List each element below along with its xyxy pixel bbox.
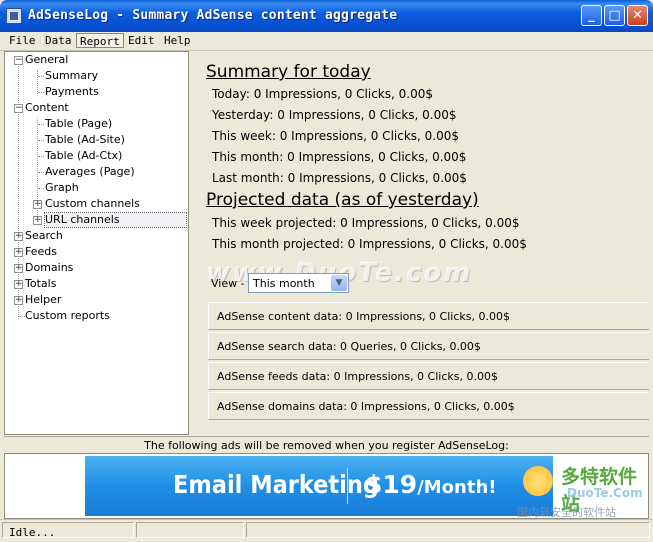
logo-icon: [523, 466, 553, 496]
minimize-button[interactable]: _: [581, 5, 602, 26]
tree-item-totals[interactable]: Totals: [25, 277, 56, 291]
tree-item-content[interactable]: Content: [25, 101, 69, 115]
stat-yesterday: Yesterday: 0 Impressions, 0 Clicks, 0.00…: [212, 108, 457, 122]
content-data-panel: AdSense content data: 0 Impressions, 0 C…: [208, 302, 649, 330]
menu-file[interactable]: File: [6, 33, 39, 48]
tree-item-helper[interactable]: Helper: [25, 293, 61, 307]
maximize-button[interactable]: □: [604, 5, 625, 26]
tree-item-search[interactable]: Search: [25, 229, 63, 243]
tree-item-table-ad-site[interactable]: Table (Ad-Site): [45, 133, 125, 147]
tree-item-table-page[interactable]: Table (Page): [45, 117, 112, 131]
stat-this-week: This week: 0 Impressions, 0 Clicks, 0.00…: [212, 129, 460, 143]
view-label: View -: [211, 277, 245, 290]
ad-banner-price: $19/Month!: [365, 470, 496, 499]
expand-totals-toggle[interactable]: +: [14, 280, 23, 289]
tree-item-averages-page[interactable]: Averages (Page): [45, 165, 135, 179]
menu-report[interactable]: Report: [76, 33, 124, 48]
tree-item-feeds[interactable]: Feeds: [25, 245, 57, 259]
stat-this-month: This month: 0 Impressions, 0 Clicks, 0.0…: [212, 150, 467, 164]
navigation-tree[interactable]: − General Summary Payments − Content Tab…: [4, 51, 189, 435]
tree-item-custom-channels[interactable]: Custom channels: [45, 197, 140, 211]
expand-custom-channels-toggle[interactable]: +: [33, 200, 42, 209]
menu-bar: File Data Report Edit Help: [0, 32, 653, 51]
collapse-general-toggle[interactable]: −: [14, 56, 23, 65]
expand-domains-toggle[interactable]: +: [14, 264, 23, 273]
tree-item-domains[interactable]: Domains: [25, 261, 73, 275]
expand-feeds-toggle[interactable]: +: [14, 248, 23, 257]
content-data-text: AdSense content data: 0 Impressions, 0 C…: [217, 310, 510, 323]
ads-notice: The following ads will be removed when y…: [4, 436, 649, 454]
search-data-text: AdSense search data: 0 Queries, 0 Clicks…: [217, 340, 481, 353]
search-data-panel: AdSense search data: 0 Queries, 0 Clicks…: [208, 332, 649, 360]
status-text: Idle...: [9, 526, 56, 539]
expand-search-toggle[interactable]: +: [14, 232, 23, 241]
ad-price-value: $19: [365, 470, 418, 499]
projected-title: Projected data (as of yesterday): [206, 190, 479, 210]
ad-banner[interactable]: Email Marketing $19/Month!: [85, 456, 553, 516]
tree-item-summary[interactable]: Summary: [45, 69, 98, 83]
chevron-down-icon[interactable]: ▼: [331, 275, 347, 291]
domains-data-text: AdSense domains data: 0 Impressions, 0 C…: [217, 400, 515, 413]
tree-item-payments[interactable]: Payments: [45, 85, 99, 99]
menu-data[interactable]: Data: [42, 33, 75, 48]
status-cell-2: [136, 522, 244, 538]
tree-item-general[interactable]: General: [25, 53, 68, 67]
logo-line3: 国内最安全的软件站: [517, 506, 616, 519]
report-content: Summary for today Today: 0 Impressions, …: [191, 51, 649, 435]
ad-banner-headline: Email Marketing: [173, 470, 379, 499]
stat-month-projected: This month projected: 0 Impressions, 0 C…: [212, 237, 527, 251]
tree-item-custom-reports[interactable]: Custom reports: [25, 309, 110, 323]
status-bar: Idle...: [0, 519, 653, 542]
expand-helper-toggle[interactable]: +: [14, 296, 23, 305]
window-title: AdSenseLog - Summary AdSense content agg…: [28, 8, 398, 23]
ad-price-suffix: /Month!: [417, 477, 497, 498]
view-selected-value: This month: [253, 277, 315, 290]
expand-url-channels-toggle[interactable]: +: [33, 216, 42, 225]
title-bar[interactable]: AdSenseLog - Summary AdSense content agg…: [0, 0, 653, 32]
domains-data-panel: AdSense domains data: 0 Impressions, 0 C…: [208, 392, 649, 420]
status-cell-main: Idle...: [2, 522, 134, 539]
tree-item-table-ad-ctx[interactable]: Table (Ad-Ctx): [45, 149, 122, 163]
summary-title: Summary for today: [206, 62, 371, 82]
menu-help[interactable]: Help: [161, 33, 194, 48]
close-button[interactable]: ✕: [627, 5, 648, 26]
menu-edit[interactable]: Edit: [125, 33, 158, 48]
view-period-select[interactable]: This month ▼: [248, 273, 349, 293]
tree-item-graph[interactable]: Graph: [45, 181, 79, 195]
status-cell-3: [246, 522, 650, 538]
collapse-content-toggle[interactable]: −: [14, 104, 23, 113]
site-logo-watermark: 多特软件站 DuoTe.Com 国内最安全的软件站: [517, 462, 643, 519]
ad-banner-divider: [347, 468, 348, 504]
stat-week-projected: This week projected: 0 Impressions, 0 Cl…: [212, 216, 520, 230]
stat-today: Today: 0 Impressions, 0 Clicks, 0.00$: [212, 87, 433, 101]
ad-area: Email Marketing $19/Month! 多特软件站 DuoTe.C…: [4, 453, 649, 519]
app-icon[interactable]: [6, 8, 22, 24]
feeds-data-text: AdSense feeds data: 0 Impressions, 0 Cli…: [217, 370, 498, 383]
logo-line2: DuoTe.Com: [567, 486, 643, 500]
feeds-data-panel: AdSense feeds data: 0 Impressions, 0 Cli…: [208, 362, 649, 390]
tree-item-url-channels[interactable]: URL channels: [44, 212, 187, 228]
stat-last-month: Last month: 0 Impressions, 0 Clicks, 0.0…: [212, 171, 467, 185]
